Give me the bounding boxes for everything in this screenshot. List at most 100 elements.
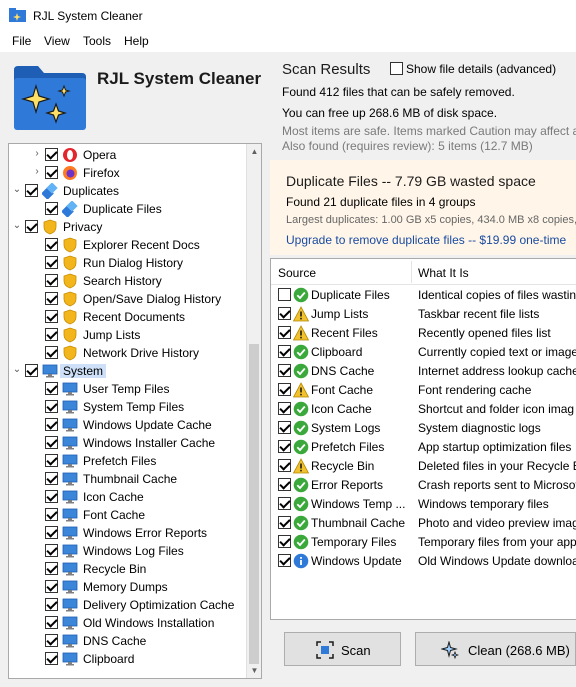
scroll-thumb[interactable] xyxy=(249,344,259,664)
tree-item[interactable]: Clipboard xyxy=(9,650,249,668)
result-checkbox[interactable] xyxy=(278,421,291,434)
tree-item[interactable]: Font Cache xyxy=(9,506,249,524)
result-checkbox[interactable] xyxy=(278,478,291,491)
tree-item[interactable]: User Temp Files xyxy=(9,380,249,398)
result-row[interactable]: Error Reports Crash reports sent to Micro… xyxy=(271,475,576,494)
tree-item-checkbox[interactable] xyxy=(45,526,58,539)
tree-item-checkbox[interactable] xyxy=(45,580,58,593)
tree-item-checkbox[interactable] xyxy=(45,238,58,251)
tree-item-checkbox[interactable] xyxy=(25,364,38,377)
tree-item-checkbox[interactable] xyxy=(45,274,58,287)
menu-file[interactable]: File xyxy=(12,34,31,48)
tree-item-checkbox[interactable] xyxy=(45,166,58,179)
tree-item[interactable]: Duplicate Files xyxy=(9,200,249,218)
tree-item[interactable]: Recent Documents xyxy=(9,308,249,326)
result-row[interactable]: Windows Temp ... Windows temporary files xyxy=(271,494,576,513)
clean-button[interactable]: Clean (268.6 MB) xyxy=(415,632,576,666)
result-checkbox[interactable] xyxy=(278,516,291,529)
tree-item[interactable]: ⌄ Duplicates xyxy=(9,182,249,200)
result-row[interactable]: DNS Cache Internet address lookup cache xyxy=(271,361,576,380)
tree-item[interactable]: Windows Installer Cache xyxy=(9,434,249,452)
chevron-right-icon[interactable]: › xyxy=(32,165,42,179)
result-row[interactable]: Jump Lists Taskbar recent file lists xyxy=(271,304,576,323)
tree-item[interactable]: Windows Update Cache xyxy=(9,416,249,434)
result-row[interactable]: Font Cache Font rendering cache xyxy=(271,380,576,399)
tree-item-checkbox[interactable] xyxy=(45,490,58,503)
results-list[interactable]: Source What It Is Duplicate Files Identic… xyxy=(270,258,576,620)
result-row[interactable]: Thumbnail Cache Photo and video preview i… xyxy=(271,513,576,532)
tree-item[interactable]: ⌄ Privacy xyxy=(9,218,249,236)
tree-item-checkbox[interactable] xyxy=(25,220,38,233)
tree-item[interactable]: Memory Dumps xyxy=(9,578,249,596)
result-checkbox[interactable] xyxy=(278,535,291,548)
result-checkbox[interactable] xyxy=(278,459,291,472)
tree-item[interactable]: Old Windows Installation xyxy=(9,614,249,632)
tree-item-checkbox[interactable] xyxy=(45,400,58,413)
category-tree[interactable]: › Opera › Firefox ⌄ Duplicates Duplicate Files… xyxy=(8,143,262,679)
chevron-down-icon[interactable]: ⌄ xyxy=(12,183,22,197)
result-checkbox[interactable] xyxy=(278,402,291,415)
tree-item-checkbox[interactable] xyxy=(45,652,58,665)
tree-item-checkbox[interactable] xyxy=(45,562,58,575)
result-row[interactable]: Clipboard Currently copied text or image xyxy=(271,342,576,361)
scan-button[interactable]: Scan xyxy=(284,632,401,666)
scroll-down-arrow-icon[interactable]: ▼ xyxy=(247,663,261,678)
result-row[interactable]: Recycle Bin Deleted files in your Recycle… xyxy=(271,456,576,475)
tree-item-checkbox[interactable] xyxy=(45,544,58,557)
tree-item[interactable]: Thumbnail Cache xyxy=(9,470,249,488)
chevron-down-icon[interactable]: ⌄ xyxy=(12,363,22,377)
tree-item[interactable]: Network Drive History xyxy=(9,344,249,362)
result-checkbox[interactable] xyxy=(278,383,291,396)
result-checkbox[interactable] xyxy=(278,440,291,453)
tree-item-checkbox[interactable] xyxy=(45,418,58,431)
menu-help[interactable]: Help xyxy=(124,34,149,48)
result-row[interactable]: Prefetch Files App startup optimization f… xyxy=(271,437,576,456)
column-header-source[interactable]: Source xyxy=(278,266,316,280)
result-checkbox[interactable] xyxy=(278,497,291,510)
tree-item-checkbox[interactable] xyxy=(45,382,58,395)
result-checkbox[interactable] xyxy=(278,307,291,320)
menu-tools[interactable]: Tools xyxy=(83,34,111,48)
tree-item[interactable]: Recycle Bin xyxy=(9,560,249,578)
tree-item-checkbox[interactable] xyxy=(45,436,58,449)
show-details-checkbox[interactable] xyxy=(390,62,403,75)
tree-item-checkbox[interactable] xyxy=(25,184,38,197)
result-row[interactable]: System Logs System diagnostic logs xyxy=(271,418,576,437)
result-row[interactable]: Icon Cache Shortcut and folder icon imag xyxy=(271,399,576,418)
result-row[interactable]: Duplicate Files Identical copies of files… xyxy=(271,285,576,304)
tree-item-checkbox[interactable] xyxy=(45,202,58,215)
tree-item[interactable]: › Opera xyxy=(9,146,249,164)
tree-item[interactable]: Run Dialog History xyxy=(9,254,249,272)
result-checkbox[interactable] xyxy=(278,326,291,339)
tree-scrollbar[interactable]: ▲ ▼ xyxy=(246,144,261,678)
tree-item-checkbox[interactable] xyxy=(45,454,58,467)
tree-item-checkbox[interactable] xyxy=(45,472,58,485)
tree-item[interactable]: › Firefox xyxy=(9,164,249,182)
result-checkbox[interactable] xyxy=(278,554,291,567)
tree-item-checkbox[interactable] xyxy=(45,328,58,341)
tree-item-checkbox[interactable] xyxy=(45,148,58,161)
tree-item-checkbox[interactable] xyxy=(45,598,58,611)
tree-item-checkbox[interactable] xyxy=(45,508,58,521)
tree-item[interactable]: Explorer Recent Docs xyxy=(9,236,249,254)
tree-item-checkbox[interactable] xyxy=(45,292,58,305)
tree-item[interactable]: ⌄ System xyxy=(9,362,249,380)
result-checkbox[interactable] xyxy=(278,345,291,358)
tree-item[interactable]: System Temp Files xyxy=(9,398,249,416)
column-header-what[interactable]: What It Is xyxy=(418,266,469,280)
tree-item-checkbox[interactable] xyxy=(45,634,58,647)
tree-item[interactable]: Delivery Optimization Cache xyxy=(9,596,249,614)
tree-item-checkbox[interactable] xyxy=(45,310,58,323)
result-checkbox[interactable] xyxy=(278,364,291,377)
tree-item[interactable]: Open/Save Dialog History xyxy=(9,290,249,308)
chevron-down-icon[interactable]: ⌄ xyxy=(12,219,22,233)
result-row[interactable]: Recent Files Recently opened files list xyxy=(271,323,576,342)
upgrade-link[interactable]: Upgrade to remove duplicate files -- $19… xyxy=(286,233,566,247)
tree-item[interactable]: Windows Error Reports xyxy=(9,524,249,542)
tree-item-checkbox[interactable] xyxy=(45,256,58,269)
scroll-up-arrow-icon[interactable]: ▲ xyxy=(247,144,261,159)
tree-item[interactable]: Windows Log Files xyxy=(9,542,249,560)
tree-item[interactable]: Icon Cache xyxy=(9,488,249,506)
tree-item[interactable]: DNS Cache xyxy=(9,632,249,650)
tree-item[interactable]: Prefetch Files xyxy=(9,452,249,470)
